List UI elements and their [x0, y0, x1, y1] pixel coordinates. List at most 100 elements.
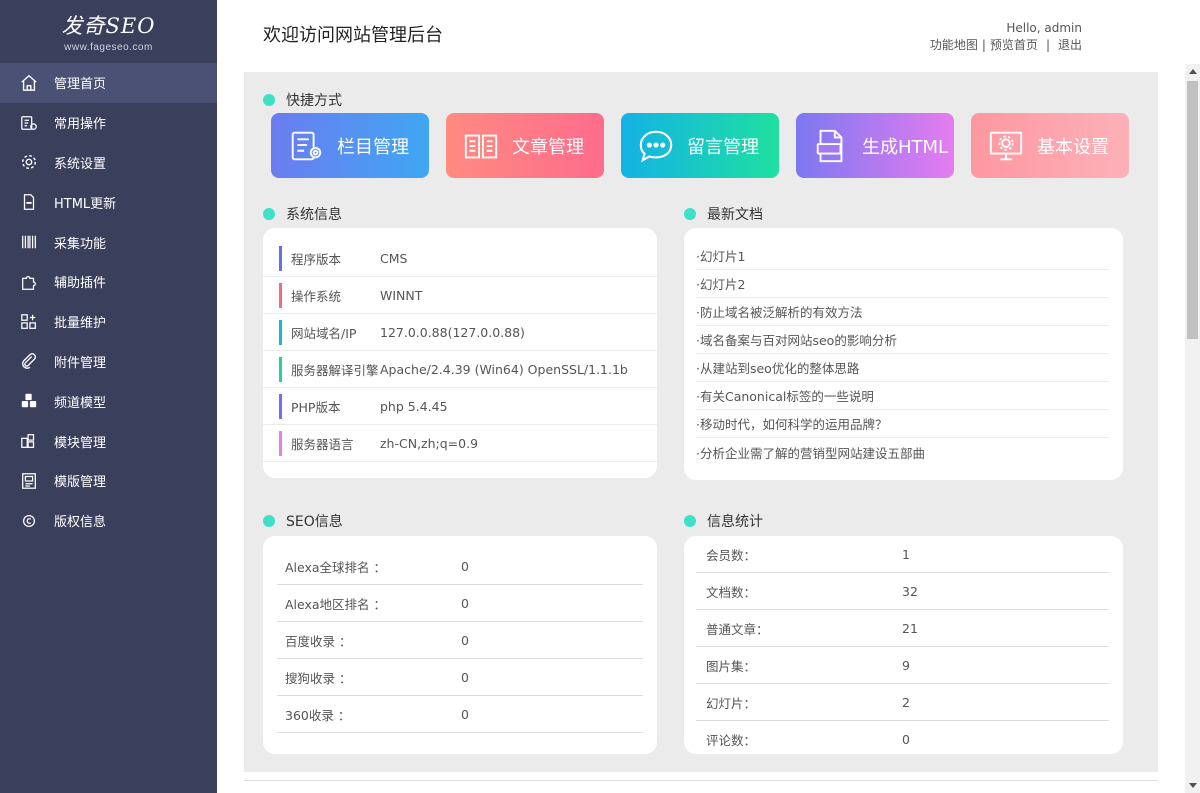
sidebar-item-channel-model[interactable]: 频道模型: [0, 381, 217, 421]
row-value: WINNT: [380, 287, 423, 303]
sidebar-item-plugins[interactable]: 辅助插件: [0, 262, 217, 302]
row-accent-bar: [279, 282, 282, 308]
row-key: 服务器解译引擎: [291, 362, 379, 378]
section-title-text: 最新文档: [707, 207, 763, 223]
puzzle-icon: [20, 273, 38, 291]
row-value: 9: [902, 657, 910, 673]
sidebar-item-label: 采集功能: [54, 236, 107, 252]
row-value: 32: [902, 583, 918, 599]
sidebar-item-system-settings[interactable]: 系统设置: [0, 143, 217, 183]
stats-card: 会员数： 1 文档数： 32 普通文章： 21 图片集： 9 幻灯片： 2 评论数： 0: [684, 536, 1123, 754]
seo-row: Alexa地区排名 ： 0: [277, 585, 643, 622]
seo-row: 搜狗收录 ： 0: [277, 659, 643, 696]
row-value: 0: [461, 632, 469, 648]
stats-row: 图片集： 9: [696, 647, 1109, 684]
doc-link[interactable]: ·从建站到seo优化的整体思路: [696, 354, 1109, 382]
row-key: 会员数：: [706, 547, 757, 563]
doc-link[interactable]: ·移动时代，如何科学的运用品牌？: [696, 410, 1109, 438]
preview-home-link[interactable]: 预览首页: [990, 38, 1038, 52]
row-value: 1: [902, 546, 910, 562]
scroll-down-icon[interactable]: [1185, 778, 1200, 793]
row-key: 程序版本: [291, 251, 342, 267]
sidebar-item-home[interactable]: 管理首页: [0, 63, 217, 103]
row-key: 图片集：: [706, 658, 757, 674]
header: 欢迎访问网站管理后台 Hello, admin 功能地图 | 预览首页 | 退出: [217, 0, 1200, 64]
sidebar-item-label: HTML更新: [54, 196, 117, 212]
book-icon: [460, 125, 502, 167]
sidebar-item-attachments[interactable]: 附件管理: [0, 342, 217, 382]
system-info-card: 程序版本 CMS 操作系统 WINNT 网站域名/IP 127.0.0.88(127.…: [263, 228, 657, 478]
stats-row: 文档数： 32: [696, 573, 1109, 610]
stats-section-title: 信息统计: [684, 511, 763, 531]
section-title-text: 信息统计: [707, 514, 763, 530]
row-key: Alexa全球排名 ：: [285, 559, 387, 575]
row-key: 搜狗收录 ：: [285, 670, 352, 686]
shortcut-basic-settings[interactable]: 基本设置: [971, 113, 1129, 178]
scrollbar-thumb[interactable]: [1187, 81, 1198, 339]
sidebar-item-html-update[interactable]: HTML更新: [0, 182, 217, 222]
page-title: 欢迎访问网站管理后台: [263, 25, 443, 46]
row-value: 127.0.0.88(127.0.0.88): [380, 324, 525, 340]
row-accent-bar: [279, 356, 282, 382]
row-value: 0: [461, 706, 469, 722]
shortcut-article-manage[interactable]: 文章管理: [446, 113, 604, 178]
logo[interactable]: 发奇SEO www.fageseo.com: [0, 0, 217, 63]
shortcut-message-manage[interactable]: 留言管理: [621, 113, 779, 178]
row-value: zh-CN,zh;q=0.9: [380, 435, 479, 451]
sidebar-item-copyright[interactable]: 版权信息: [0, 501, 217, 541]
latest-docs-section-title: 最新文档: [684, 204, 763, 224]
cubes-icon: [20, 392, 38, 410]
sidebar-item-label: 管理首页: [54, 77, 107, 93]
doc-link[interactable]: ·防止域名被泛解析的有效方法: [696, 298, 1109, 326]
sidebar-item-collect[interactable]: 采集功能: [0, 222, 217, 262]
template-icon: [20, 472, 38, 490]
stats-row: 评论数： 0: [696, 721, 1109, 754]
sidebar-item-label: 系统设置: [54, 156, 107, 172]
doc-link[interactable]: ·幻灯片2: [696, 270, 1109, 298]
doc-link[interactable]: ·分析企业需了解的营销型网站建设五部曲: [696, 438, 1109, 466]
section-dot-icon: [263, 515, 275, 527]
module-icon: [20, 432, 38, 450]
shortcut-label: 文章管理: [512, 136, 584, 158]
row-key: 360收录 ：: [285, 707, 351, 723]
shortcut-generate-html[interactable]: 生成HTML: [796, 113, 954, 178]
section-dot-icon: [684, 208, 696, 220]
html-doc-icon: [810, 125, 852, 167]
system-info-row: PHP版本 php 5.4.45: [263, 388, 657, 425]
sidebar-item-templates[interactable]: 模版管理: [0, 461, 217, 501]
sidebar-item-modules[interactable]: 模块管理: [0, 421, 217, 461]
system-info-row: 程序版本 CMS: [263, 240, 657, 277]
scroll-up-icon[interactable]: [1185, 64, 1200, 79]
shortcut-label: 栏目管理: [337, 136, 409, 158]
logout-link[interactable]: 退出: [1058, 38, 1082, 52]
shortcut-column-manage[interactable]: 栏目管理: [271, 113, 429, 178]
system-info-row: 服务器解译引擎 Apache/2.4.39 (Win64) OpenSSL/1.1…: [263, 351, 657, 388]
stats-row: 会员数： 1: [696, 536, 1109, 573]
stats-row: 幻灯片： 2: [696, 684, 1109, 721]
seo-row: 百度收录 ： 0: [277, 622, 643, 659]
seo-row: 360收录 ： 0: [277, 696, 643, 733]
row-accent-bar: [279, 393, 282, 419]
seo-info-section-title: SEO信息: [263, 511, 343, 531]
system-info-row: 操作系统 WINNT: [263, 277, 657, 314]
stats-row: 普通文章： 21: [696, 610, 1109, 647]
doc-link[interactable]: ·有关Canonical标签的一些说明: [696, 382, 1109, 410]
sidebar-item-label: 频道模型: [54, 395, 107, 411]
doc-link[interactable]: ·幻灯片1: [696, 242, 1109, 270]
vertical-scrollbar[interactable]: [1185, 64, 1200, 793]
link-separator: |: [1045, 38, 1050, 52]
grid-plus-icon: [20, 313, 38, 331]
sidebar-item-batch[interactable]: 批量维护: [0, 302, 217, 342]
sidebar-item-label: 附件管理: [54, 355, 107, 371]
shortcut-label: 生成HTML: [862, 136, 949, 158]
sidebar-item-common-ops[interactable]: 常用操作: [0, 103, 217, 143]
seo-row: Alexa全球排名 ： 0: [277, 548, 643, 585]
sitemap-link[interactable]: 功能地图: [930, 38, 978, 52]
header-user-area: Hello, admin 功能地图 | 预览首页 | 退出: [930, 20, 1082, 54]
row-value: 0: [902, 732, 910, 747]
row-value: CMS: [380, 250, 408, 266]
section-title-text: SEO信息: [286, 514, 343, 530]
header-links: 功能地图 | 预览首页 | 退出: [930, 37, 1082, 54]
gear-icon: [20, 153, 38, 171]
doc-link[interactable]: ·域名备案与百对网站seo的影响分析: [696, 326, 1109, 354]
